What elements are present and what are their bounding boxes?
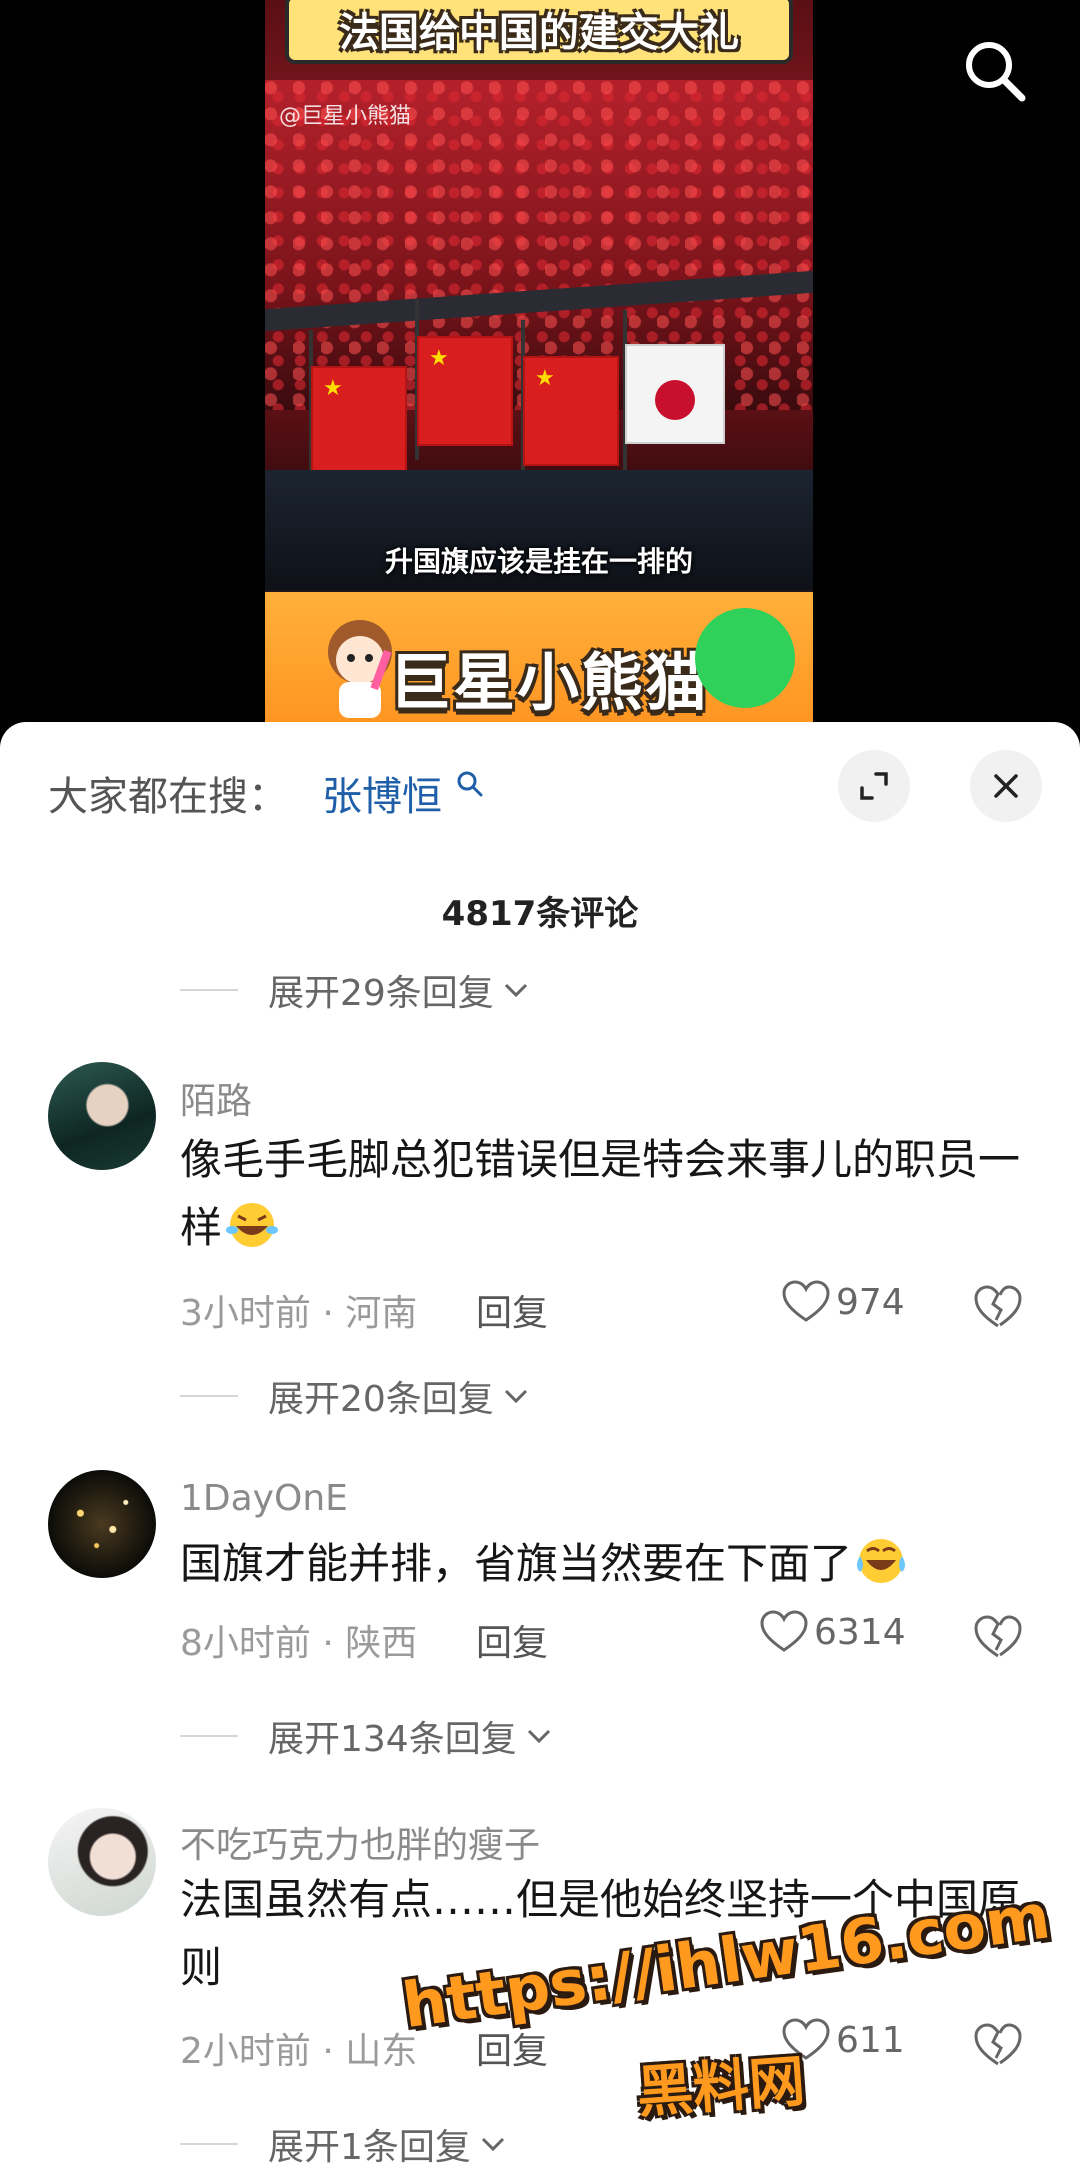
- china-flag: ★: [417, 336, 513, 446]
- chevron-down-icon: [504, 983, 527, 998]
- close-button[interactable]: [970, 750, 1042, 822]
- video-frame[interactable]: 法国给中国的建交大礼 @巨星小熊猫 ★ ★ ★ 升国旗应该是挂在一排的 巨星小熊…: [265, 0, 813, 740]
- search-icon[interactable]: [962, 38, 1028, 104]
- divider-line: [180, 2143, 238, 2145]
- comment-sheet: 大家都在搜： 张博恒 4817条评论 展开29条回复 陌路 像毛手毛脚总犯错误但…: [0, 722, 1080, 2174]
- broken-heart-icon[interactable]: [974, 1614, 1022, 1660]
- comment-username[interactable]: 陌路: [180, 1072, 252, 1124]
- video-title-banner: 法国给中国的建交大礼: [285, 0, 793, 64]
- expand-replies-label: 展开20条回复: [268, 1379, 494, 1420]
- comment-username[interactable]: 不吃巧克力也胖的瘦子: [180, 1816, 540, 1868]
- sun-circle: [655, 380, 695, 420]
- comment-meta: 3小时前 · 河南: [180, 1293, 418, 1334]
- like-count: 611: [836, 2019, 905, 2061]
- expand-replies-label: 展开134条回复: [268, 1719, 517, 1760]
- avatar[interactable]: [48, 1470, 156, 1578]
- heart-icon: [782, 2018, 830, 2060]
- expand-replies-label: 展开29条回复: [268, 973, 494, 1014]
- rolling-laughing-emoji-icon: [226, 1203, 279, 1247]
- expand-button[interactable]: [838, 750, 910, 822]
- reply-button[interactable]: 回复: [476, 1614, 548, 1666]
- heart-icon: [760, 1610, 808, 1652]
- comment-text: 像毛手毛脚总犯错误但是特会来事儿的职员一样: [180, 1126, 1020, 1262]
- expand-replies-button[interactable]: 展开29条回复: [180, 964, 530, 1016]
- chevron-down-icon: [481, 2137, 504, 2152]
- heart-icon: [782, 1280, 830, 1322]
- divider-line: [180, 1395, 238, 1397]
- star-icon: ★: [429, 346, 449, 371]
- comment-count: 4817条评论: [441, 894, 639, 934]
- comment-text-body: 像毛手毛脚总犯错误但是特会来事儿的职员一样: [180, 1135, 1021, 1252]
- avatar[interactable]: [48, 1808, 156, 1916]
- chevron-down-icon: [504, 1389, 527, 1404]
- video-player[interactable]: 法国给中国的建交大礼 @巨星小熊猫 ★ ★ ★ 升国旗应该是挂在一排的 巨星小熊…: [0, 0, 1080, 740]
- green-sticker: [695, 608, 795, 708]
- comment-text: 法国虽然有点……但是他始终坚持一个中国原则: [180, 1875, 1021, 1992]
- expand-replies-button[interactable]: 展开20条回复: [180, 1370, 530, 1422]
- comment-meta: 2小时前 · 山东: [180, 2031, 418, 2072]
- expand-replies-label: 展开1条回复: [268, 2127, 471, 2168]
- video-watermark: @巨星小熊猫: [279, 104, 412, 129]
- sheet-header: 大家都在搜： 张博恒: [0, 722, 1080, 852]
- hot-search-term[interactable]: 张博恒: [322, 764, 442, 822]
- expand-replies-button[interactable]: 展开134条回复: [180, 1710, 553, 1762]
- like-count: 974: [836, 1281, 905, 1323]
- close-icon: [994, 774, 1018, 798]
- broken-heart-icon[interactable]: [974, 1284, 1022, 1330]
- chevron-down-icon: [527, 1729, 550, 1744]
- china-flag: ★: [523, 356, 619, 466]
- video-subtitle: 升国旗应该是挂在一排的: [384, 545, 693, 578]
- expand-replies-button[interactable]: 展开1条回复: [180, 2118, 507, 2170]
- reply-button[interactable]: 回复: [476, 1284, 548, 1336]
- comment-meta: 8小时前 · 陕西: [180, 1623, 418, 1664]
- star-icon: ★: [535, 366, 555, 391]
- broken-heart-icon[interactable]: [974, 2022, 1022, 2068]
- china-flag: ★: [311, 366, 407, 476]
- japan-flag: [625, 344, 725, 444]
- hot-search-label: 大家都在搜：: [48, 774, 288, 820]
- star-icon: ★: [323, 376, 343, 401]
- expand-icon: [860, 772, 888, 800]
- like-button[interactable]: 6314: [760, 1610, 906, 1654]
- crying-laughing-emoji-icon: [857, 1539, 906, 1583]
- like-button[interactable]: 974: [782, 1280, 905, 1324]
- comment-text: 国旗才能并排，省旗当然要在下面了: [180, 1530, 1020, 1598]
- comment-text-body: 国旗才能并排，省旗当然要在下面了: [180, 1539, 853, 1588]
- divider-line: [180, 989, 238, 991]
- avatar[interactable]: [48, 1062, 156, 1170]
- search-icon[interactable]: [456, 770, 484, 798]
- brand-name: 巨星小熊猫: [389, 646, 710, 719]
- like-button[interactable]: 611: [782, 2018, 905, 2062]
- divider-line: [180, 1735, 238, 1737]
- reply-button[interactable]: 回复: [476, 2022, 548, 2074]
- brand-banner: 巨星小熊猫: [265, 592, 813, 740]
- like-count: 6314: [814, 1611, 906, 1653]
- comment-username[interactable]: 1DayOnE: [180, 1478, 348, 1519]
